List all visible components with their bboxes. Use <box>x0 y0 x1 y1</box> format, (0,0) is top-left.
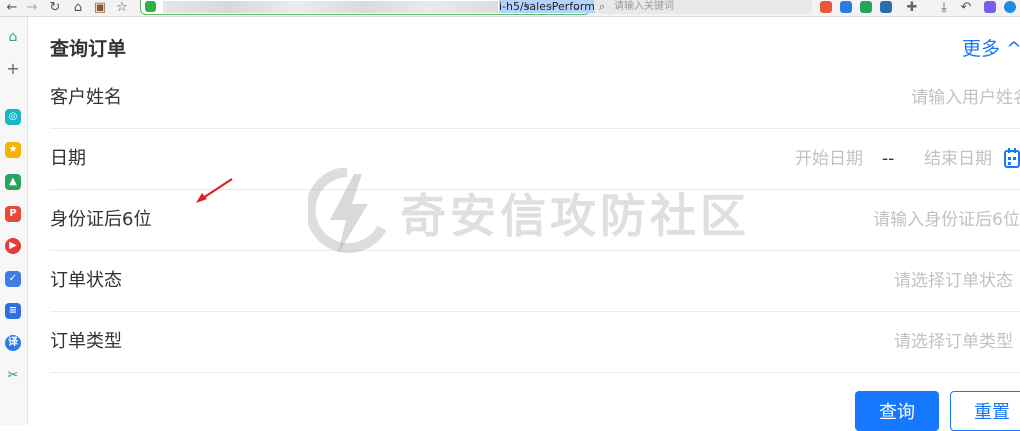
order-status-select[interactable] <box>750 251 1013 311</box>
extension-icon-1[interactable] <box>820 1 832 13</box>
query-button[interactable]: 查询 <box>855 391 939 431</box>
home-icon[interactable]: ⌂ <box>5 29 21 45</box>
customer-name-input[interactable] <box>770 68 1020 128</box>
ai-extension-icon[interactable] <box>984 1 996 13</box>
download-icon[interactable]: ⤓ <box>936 0 952 16</box>
extension-icon-4[interactable] <box>880 1 892 13</box>
search-icon: ⌕ <box>599 0 606 13</box>
end-date-input[interactable] <box>908 129 992 189</box>
home-icon[interactable]: ⌂ <box>70 0 86 16</box>
address-bar[interactable]: i-h5/salesPerformance/#/myorder ϟ ··· ⌄ <box>140 0 685 15</box>
more-dots-icon[interactable]: ··· <box>546 0 557 13</box>
security-shield-icon <box>145 1 156 12</box>
star-icon[interactable]: ☆ <box>114 0 130 16</box>
customer-name-row: 客户姓名 <box>50 68 1020 129</box>
gallery-icon[interactable]: ▲ <box>5 174 21 190</box>
browser-logo-icon[interactable] <box>1004 1 1016 13</box>
pdf-icon[interactable]: P <box>5 206 21 222</box>
date-label: 日期 <box>50 148 86 169</box>
date-range-separator: -- <box>882 149 895 169</box>
customer-name-label: 客户姓名 <box>50 87 122 108</box>
app-icon[interactable]: ◎ <box>5 109 21 125</box>
back-arrow-icon[interactable]: ← <box>4 0 20 16</box>
browser-toolbar: ← → ↻ ⌂ ▣ ☆ i-h5/salesPerformance/#/myor… <box>0 0 1020 17</box>
calendar-icon[interactable] <box>1004 148 1020 168</box>
extension-icon-2[interactable] <box>840 1 852 13</box>
briefcase-icon[interactable]: ▣ <box>92 0 108 16</box>
puzzle-icon[interactable]: ✚ <box>904 0 920 16</box>
start-date-input[interactable] <box>750 129 863 189</box>
url-redacted <box>163 1 498 13</box>
search-box[interactable]: ⌕ 请输入关键词 <box>594 0 812 14</box>
reset-button[interactable]: 重置 <box>950 391 1020 431</box>
address-actions: ϟ ··· ⌄ <box>511 0 581 14</box>
order-type-select[interactable] <box>750 312 1013 372</box>
extension-icon-3[interactable] <box>860 1 872 13</box>
order-status-row: 订单状态 <box>50 251 1020 312</box>
browser-sidebar: ⌂ + ◎ ★ ▲ P ▶ ✓ ≡ 译 ✂ <box>0 17 28 425</box>
translate-icon[interactable]: 译 <box>5 335 21 351</box>
forward-arrow-icon[interactable]: → <box>24 0 40 16</box>
id-suffix-label: 身份证后6位 <box>50 209 152 230</box>
more-toggle-link[interactable]: 更多 ^ <box>962 34 1020 61</box>
video-icon[interactable]: ▶ <box>5 238 21 254</box>
plus-icon[interactable]: + <box>5 61 21 77</box>
scissors-icon[interactable]: ✂ <box>5 368 21 384</box>
search-placeholder: 请输入关键词 <box>614 1 674 12</box>
chevron-down-icon[interactable]: ⌄ <box>572 0 581 13</box>
annotation-arrow-icon <box>196 178 233 203</box>
order-status-label: 订单状态 <box>50 270 122 291</box>
favorites-icon[interactable]: ★ <box>5 142 21 158</box>
reload-icon[interactable]: ↻ <box>47 0 63 16</box>
document-icon[interactable]: ≡ <box>5 303 21 319</box>
page-title: 查询订单 <box>50 38 127 60</box>
lightning-icon[interactable]: ϟ <box>523 0 530 13</box>
id-suffix-input[interactable] <box>750 190 1020 250</box>
card-icon[interactable]: ✓ <box>5 271 21 287</box>
order-type-row: 订单类型 <box>50 312 1020 373</box>
order-type-label: 订单类型 <box>50 331 122 352</box>
undo-icon[interactable]: ↶ <box>958 0 974 16</box>
